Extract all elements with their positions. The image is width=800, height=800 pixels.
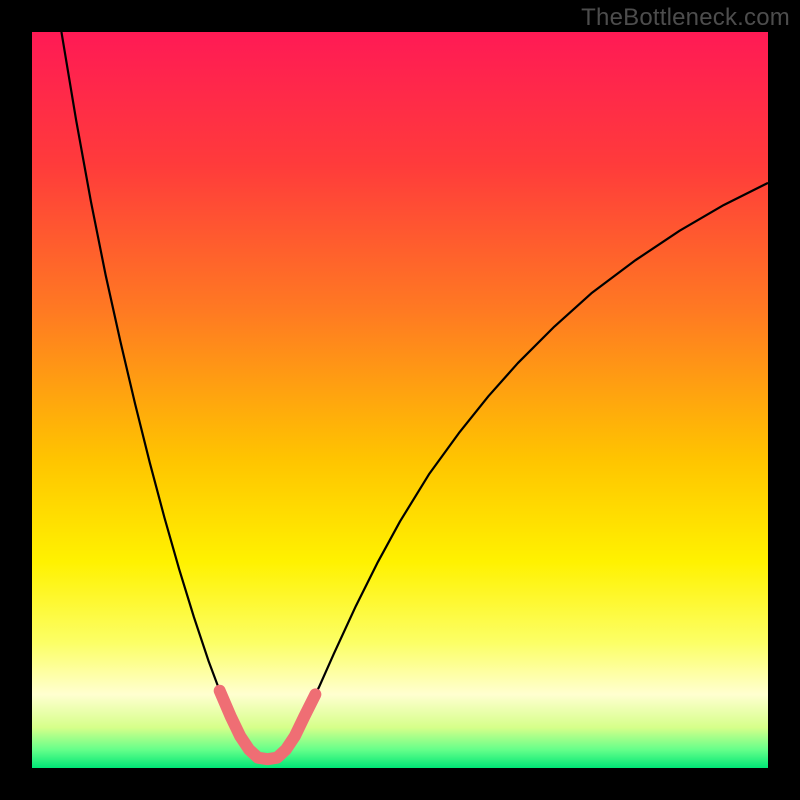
gradient-background bbox=[32, 32, 768, 768]
plot-area bbox=[32, 32, 768, 768]
watermark-text: TheBottleneck.com bbox=[581, 4, 790, 32]
outer-frame: TheBottleneck.com bbox=[0, 0, 800, 800]
bottleneck-chart bbox=[32, 32, 768, 768]
